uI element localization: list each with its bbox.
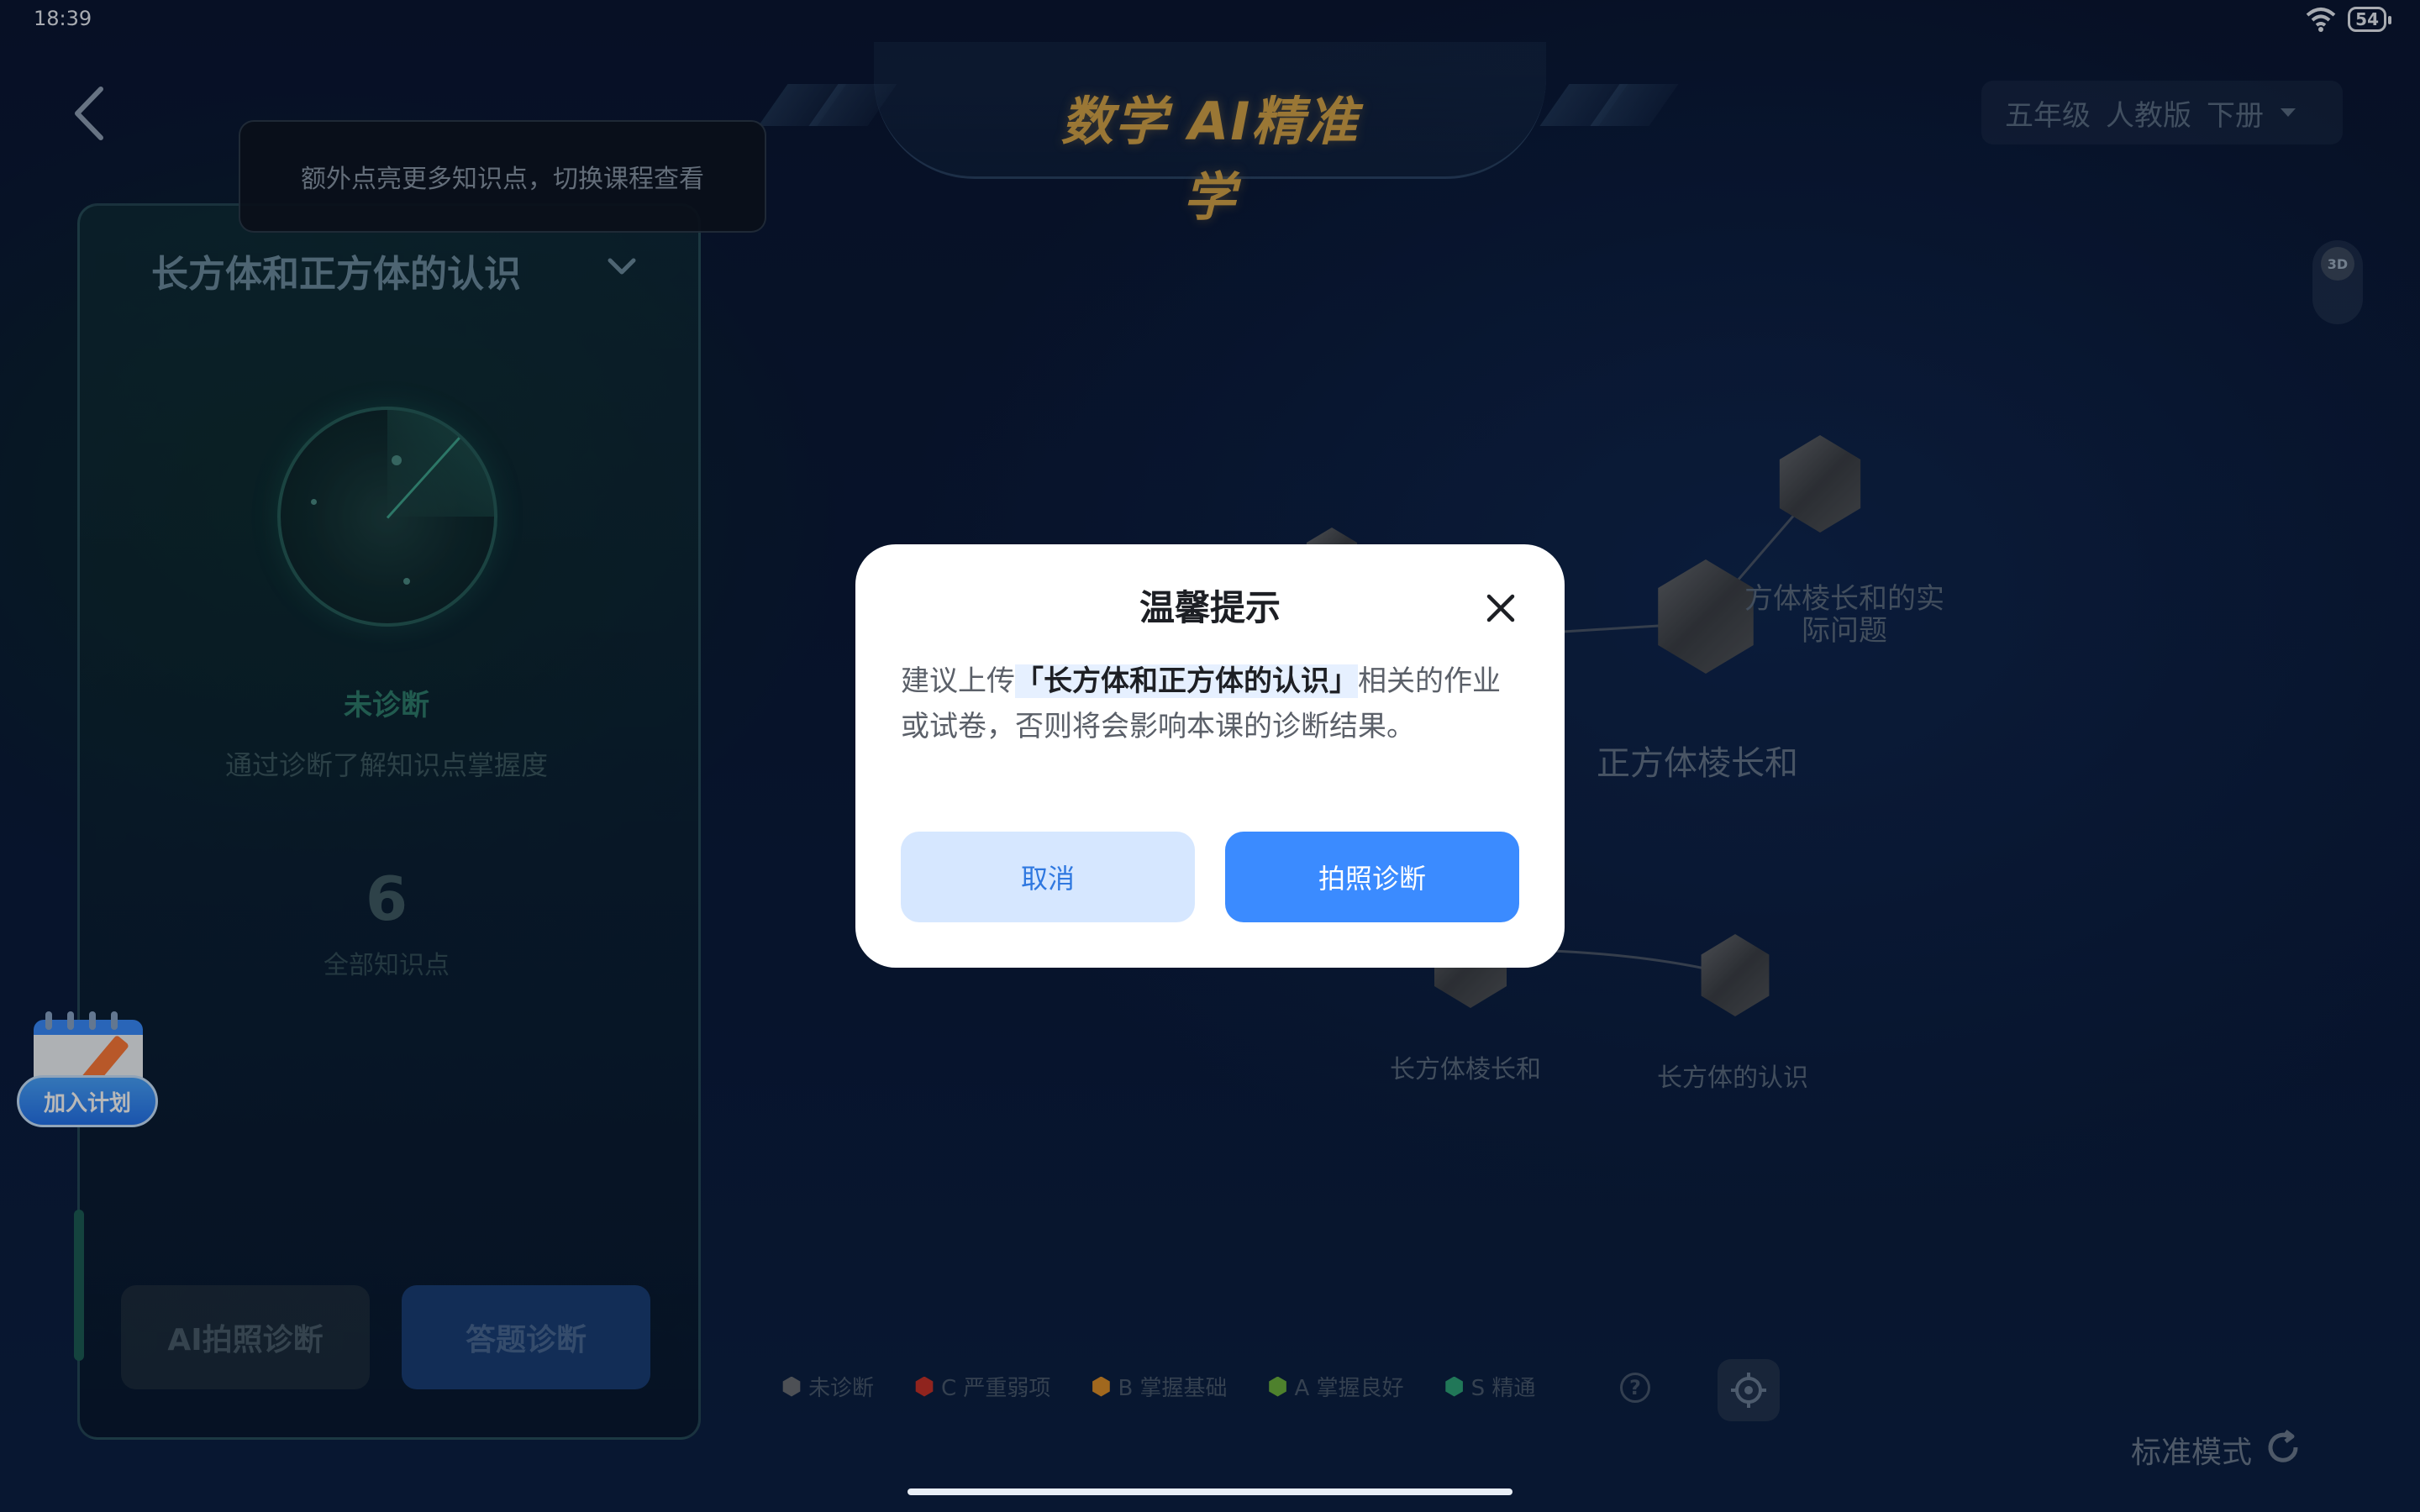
tip-dialog: 温馨提示 建议上传「长方体和正方体的认识」相关的作业或试卷，否则将会影响本课的诊…: [855, 544, 1565, 968]
dialog-course-highlight: 「长方体和正方体的认识」: [1015, 664, 1358, 698]
cancel-button[interactable]: 取消: [901, 832, 1195, 922]
dialog-title: 温馨提示: [1139, 587, 1281, 628]
dialog-message: 建议上传「长方体和正方体的认识」相关的作业或试卷，否则将会影响本课的诊断结果。: [901, 659, 1523, 749]
home-indicator[interactable]: [908, 1488, 1512, 1495]
photo-diagnosis-button[interactable]: 拍照诊断: [1225, 832, 1519, 922]
dialog-text-pre: 建议上传: [901, 664, 1015, 698]
close-icon[interactable]: [1484, 591, 1518, 625]
